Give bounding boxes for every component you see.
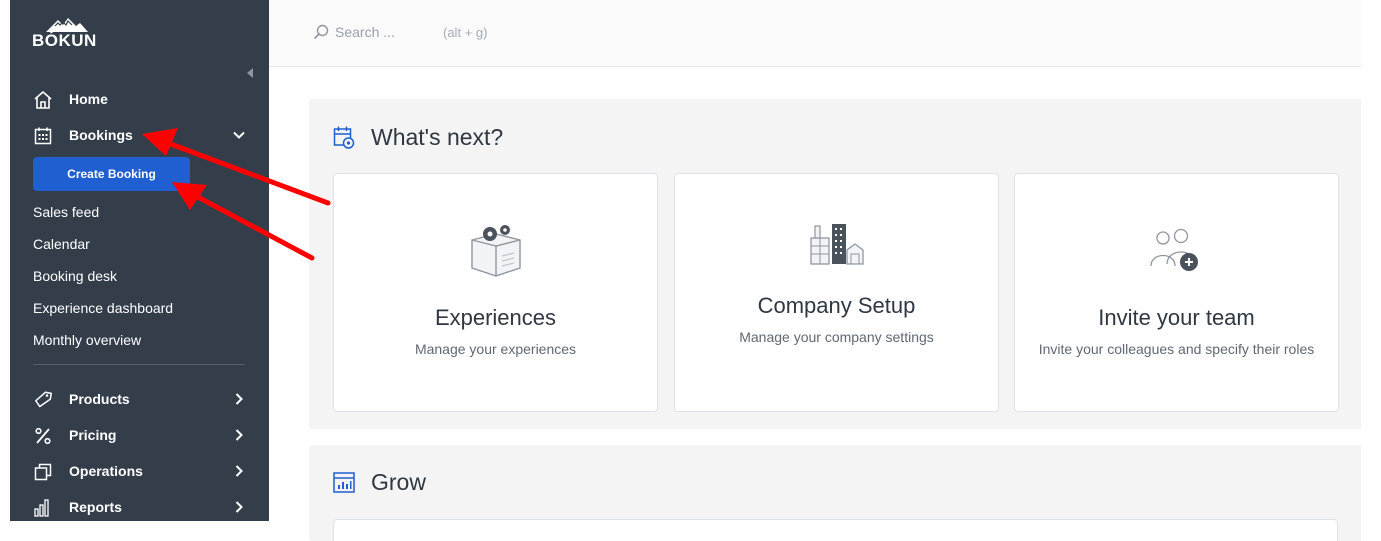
mountain-logo-icon [46, 18, 88, 32]
logo-text: BÓKUN [32, 31, 97, 50]
chevron-right-icon [235, 465, 243, 477]
dashboard-chart-icon [333, 472, 355, 493]
experiences-card[interactable]: Experiences Manage your experiences [333, 173, 658, 412]
sidebar-item-label: Home [69, 91, 108, 107]
sidebar-item-home[interactable]: Home [10, 83, 269, 115]
whats-next-panel: What's next? Experiences Manage your exp… [309, 99, 1361, 429]
sidebar-item-label: Bookings [69, 127, 133, 143]
chevron-down-icon[interactable] [232, 128, 246, 142]
card-subtitle: Manage your experiences [414, 341, 577, 357]
calendar-icon [34, 127, 52, 145]
sidebar-item-bookings[interactable]: Bookings [10, 119, 269, 151]
box-gears-icon [470, 225, 521, 277]
team-add-icon [1149, 228, 1198, 271]
sidebar-item-label: Pricing [69, 427, 117, 443]
sidebar-divider [33, 364, 245, 365]
chevron-right-icon [235, 429, 243, 441]
home-icon [34, 91, 52, 109]
chevron-right-icon [235, 393, 243, 405]
card-subtitle: Manage your company settings [739, 329, 934, 345]
card-subtitle: Invite your colleagues and specify their… [1038, 341, 1315, 357]
create-booking-button[interactable]: Create Booking [33, 157, 190, 191]
sidebar-item-pricing[interactable]: Pricing [10, 419, 269, 451]
sidebar-item-operations[interactable]: Operations [10, 455, 269, 487]
sidebar-item-reports[interactable]: Reports [10, 491, 269, 521]
grow-card[interactable] [333, 519, 1338, 541]
grow-panel: Grow [309, 445, 1361, 541]
top-search-bar: (alt + g) [269, 0, 1361, 67]
sidebar-item-label: Operations [69, 463, 143, 479]
sidebar: BÓKUN Home Bookings Create Booking Sales… [10, 0, 269, 521]
sidebar-item-label: Reports [69, 499, 122, 515]
card-title: Experiences [434, 305, 557, 330]
calendar-settings-icon [333, 126, 355, 149]
buildings-icon [809, 224, 864, 265]
bokun-logo[interactable]: BÓKUN [32, 18, 102, 50]
sidebar-subitem-sales-feed[interactable]: Sales feed [33, 204, 99, 220]
sidebar-item-products[interactable]: Products [10, 383, 269, 415]
sidebar-subitem-calendar[interactable]: Calendar [33, 236, 90, 252]
sidebar-subitem-monthly-overview[interactable]: Monthly overview [33, 332, 141, 348]
card-title: Company Setup [757, 293, 916, 318]
chevron-right-icon [235, 501, 243, 513]
sidebar-item-label: Products [69, 391, 130, 407]
card-title: Invite your team [1098, 305, 1255, 330]
bar-chart-icon [34, 499, 49, 517]
search-shortcut-hint: (alt + g) [443, 25, 488, 40]
sidebar-subitem-booking-desk[interactable]: Booking desk [33, 268, 117, 284]
percent-icon [35, 427, 51, 445]
panel-title: Grow [371, 469, 426, 495]
search-icon [313, 24, 329, 40]
collapse-sidebar-icon[interactable] [247, 68, 253, 78]
sidebar-subitem-experience-dashboard[interactable]: Experience dashboard [33, 300, 173, 316]
tag-icon [35, 391, 53, 408]
copy-icon [34, 463, 52, 481]
company-setup-card[interactable]: Company Setup Manage your company settin… [674, 173, 999, 412]
panel-title: What's next? [371, 124, 504, 150]
invite-team-card[interactable]: Invite your team Invite your colleagues … [1014, 173, 1339, 412]
